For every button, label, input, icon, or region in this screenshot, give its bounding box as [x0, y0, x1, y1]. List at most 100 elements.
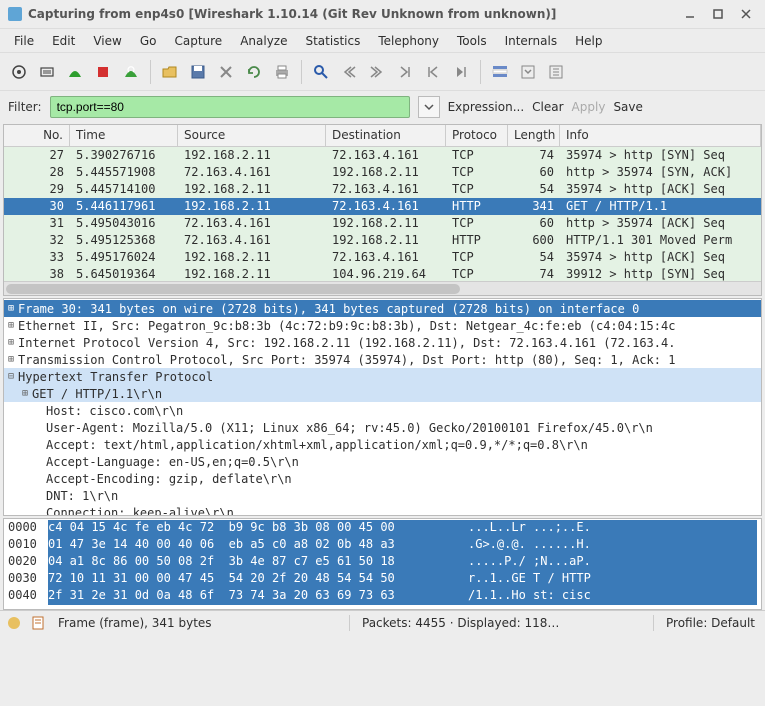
- menu-internals[interactable]: Internals: [497, 31, 566, 51]
- packet-row[interactable]: 305.446117961192.168.2.1172.163.4.161HTT…: [4, 198, 761, 215]
- packet-details[interactable]: ⊞Frame 30: 341 bytes on wire (2728 bits)…: [3, 298, 762, 516]
- column-header[interactable]: Info: [560, 125, 761, 146]
- packet-row[interactable]: 275.390276716192.168.2.1172.163.4.161TCP…: [4, 147, 761, 164]
- column-header[interactable]: Length: [508, 125, 560, 146]
- options-button[interactable]: [34, 59, 60, 85]
- separator: [150, 60, 151, 84]
- status-profile: Profile: Default: [662, 616, 759, 630]
- find-button[interactable]: [308, 59, 334, 85]
- filter-dropdown[interactable]: [418, 96, 440, 118]
- status-frame: Frame (frame), 341 bytes: [54, 616, 341, 630]
- menu-statistics[interactable]: Statistics: [297, 31, 368, 51]
- close-button[interactable]: [735, 3, 757, 25]
- interfaces-button[interactable]: [6, 59, 32, 85]
- detail-row[interactable]: Accept-Language: en-US,en;q=0.5\r\n: [4, 453, 761, 470]
- hex-row[interactable]: 001001 47 3e 14 40 00 40 06 eb a5 c0 a8 …: [8, 537, 757, 554]
- capture-file-icon[interactable]: [30, 615, 46, 631]
- save-button[interactable]: [185, 59, 211, 85]
- detail-row[interactable]: Accept: text/html,application/xhtml+xml,…: [4, 436, 761, 453]
- toolbar: [0, 52, 765, 90]
- go-to-button[interactable]: [392, 59, 418, 85]
- detail-row[interactable]: DNT: 1\r\n: [4, 487, 761, 504]
- reload-button[interactable]: [241, 59, 267, 85]
- menu-help[interactable]: Help: [567, 31, 610, 51]
- go-last-button[interactable]: [448, 59, 474, 85]
- column-header[interactable]: Protoco: [446, 125, 508, 146]
- hex-row[interactable]: 003072 10 11 31 00 00 47 45 54 20 2f 20 …: [8, 571, 757, 588]
- packet-row[interactable]: 315.49504301672.163.4.161192.168.2.11TCP…: [4, 215, 761, 232]
- app-icon: [8, 7, 22, 21]
- save-filter-button[interactable]: Save: [613, 100, 642, 114]
- open-button[interactable]: [157, 59, 183, 85]
- menu-capture[interactable]: Capture: [166, 31, 230, 51]
- detail-row[interactable]: Connection: keep-alive\r\n: [4, 504, 761, 516]
- hex-row[interactable]: 0000c4 04 15 4c fe eb 4c 72 b9 9c b8 3b …: [8, 520, 757, 537]
- apply-button[interactable]: Apply: [572, 100, 606, 114]
- maximize-button[interactable]: [707, 3, 729, 25]
- go-first-button[interactable]: [420, 59, 446, 85]
- restart-capture-button[interactable]: [118, 59, 144, 85]
- tree-toggle-icon[interactable]: ⊞: [4, 337, 18, 348]
- minimize-button[interactable]: [679, 3, 701, 25]
- detail-row[interactable]: Host: cisco.com\r\n: [4, 402, 761, 419]
- menu-go[interactable]: Go: [132, 31, 165, 51]
- tree-toggle-icon[interactable]: ⊟: [4, 371, 18, 382]
- detail-row[interactable]: ⊞GET / HTTP/1.1\r\n: [4, 385, 761, 402]
- detail-row[interactable]: ⊞Frame 30: 341 bytes on wire (2728 bits)…: [4, 300, 761, 317]
- packet-bytes[interactable]: 0000c4 04 15 4c fe eb 4c 72 b9 9c b8 3b …: [3, 518, 762, 610]
- column-header[interactable]: Source: [178, 125, 326, 146]
- hex-row[interactable]: 00402f 31 2e 31 0d 0a 48 6f 73 74 3a 20 …: [8, 588, 757, 605]
- menu-view[interactable]: View: [85, 31, 129, 51]
- auto-scroll-button[interactable]: [515, 59, 541, 85]
- packet-list: No.TimeSourceDestinationProtocoLengthInf…: [3, 124, 762, 296]
- packet-row[interactable]: 295.445714100192.168.2.1172.163.4.161TCP…: [4, 181, 761, 198]
- menu-edit[interactable]: Edit: [44, 31, 83, 51]
- menu-telephony[interactable]: Telephony: [370, 31, 447, 51]
- go-forward-button[interactable]: [364, 59, 390, 85]
- column-header[interactable]: Destination: [326, 125, 446, 146]
- separator: [349, 615, 350, 631]
- detail-row[interactable]: ⊞Internet Protocol Version 4, Src: 192.1…: [4, 334, 761, 351]
- filter-bar: Filter: Expression... Clear Apply Save: [0, 90, 765, 122]
- packet-list-header: No.TimeSourceDestinationProtocoLengthInf…: [4, 125, 761, 147]
- tree-toggle-icon[interactable]: ⊞: [4, 303, 18, 314]
- filter-input[interactable]: [50, 96, 410, 118]
- packet-list-body[interactable]: 275.390276716192.168.2.1172.163.4.161TCP…: [4, 147, 761, 281]
- filter-label: Filter:: [8, 100, 42, 114]
- menu-analyze[interactable]: Analyze: [232, 31, 295, 51]
- menubar: FileEditViewGoCaptureAnalyzeStatisticsTe…: [0, 28, 765, 52]
- detail-row[interactable]: ⊞Transmission Control Protocol, Src Port…: [4, 351, 761, 368]
- packet-row[interactable]: 325.49512536872.163.4.161192.168.2.11HTT…: [4, 232, 761, 249]
- clear-button[interactable]: Clear: [532, 100, 563, 114]
- expert-info-icon[interactable]: [6, 615, 22, 631]
- menu-tools[interactable]: Tools: [449, 31, 495, 51]
- horizontal-scrollbar[interactable]: [4, 281, 761, 295]
- zoom-button[interactable]: [543, 59, 569, 85]
- tree-toggle-icon[interactable]: ⊞: [4, 320, 18, 331]
- detail-row[interactable]: Accept-Encoding: gzip, deflate\r\n: [4, 470, 761, 487]
- separator: [301, 60, 302, 84]
- go-back-button[interactable]: [336, 59, 362, 85]
- separator: [653, 615, 654, 631]
- tree-toggle-icon[interactable]: ⊞: [4, 354, 18, 365]
- detail-row[interactable]: User-Agent: Mozilla/5.0 (X11; Linux x86_…: [4, 419, 761, 436]
- detail-row[interactable]: ⊟Hypertext Transfer Protocol: [4, 368, 761, 385]
- start-capture-button[interactable]: [62, 59, 88, 85]
- close-file-button[interactable]: [213, 59, 239, 85]
- window-title: Capturing from enp4s0 [Wireshark 1.10.14…: [28, 7, 673, 21]
- menu-file[interactable]: File: [6, 31, 42, 51]
- packet-row[interactable]: 335.495176024192.168.2.1172.163.4.161TCP…: [4, 249, 761, 266]
- print-button[interactable]: [269, 59, 295, 85]
- statusbar: Frame (frame), 341 bytes Packets: 4455 ·…: [0, 610, 765, 634]
- detail-row[interactable]: ⊞Ethernet II, Src: Pegatron_9c:b8:3b (4c…: [4, 317, 761, 334]
- colorize-button[interactable]: [487, 59, 513, 85]
- stop-capture-button[interactable]: [90, 59, 116, 85]
- separator: [480, 60, 481, 84]
- packet-row[interactable]: 285.44557190872.163.4.161192.168.2.11TCP…: [4, 164, 761, 181]
- column-header[interactable]: Time: [70, 125, 178, 146]
- expression-button[interactable]: Expression...: [448, 100, 525, 114]
- tree-toggle-icon[interactable]: ⊞: [18, 388, 32, 399]
- column-header[interactable]: No.: [4, 125, 70, 146]
- hex-row[interactable]: 002004 a1 8c 86 00 50 08 2f 3b 4e 87 c7 …: [8, 554, 757, 571]
- packet-row[interactable]: 385.645019364192.168.2.11104.96.219.64TC…: [4, 266, 761, 281]
